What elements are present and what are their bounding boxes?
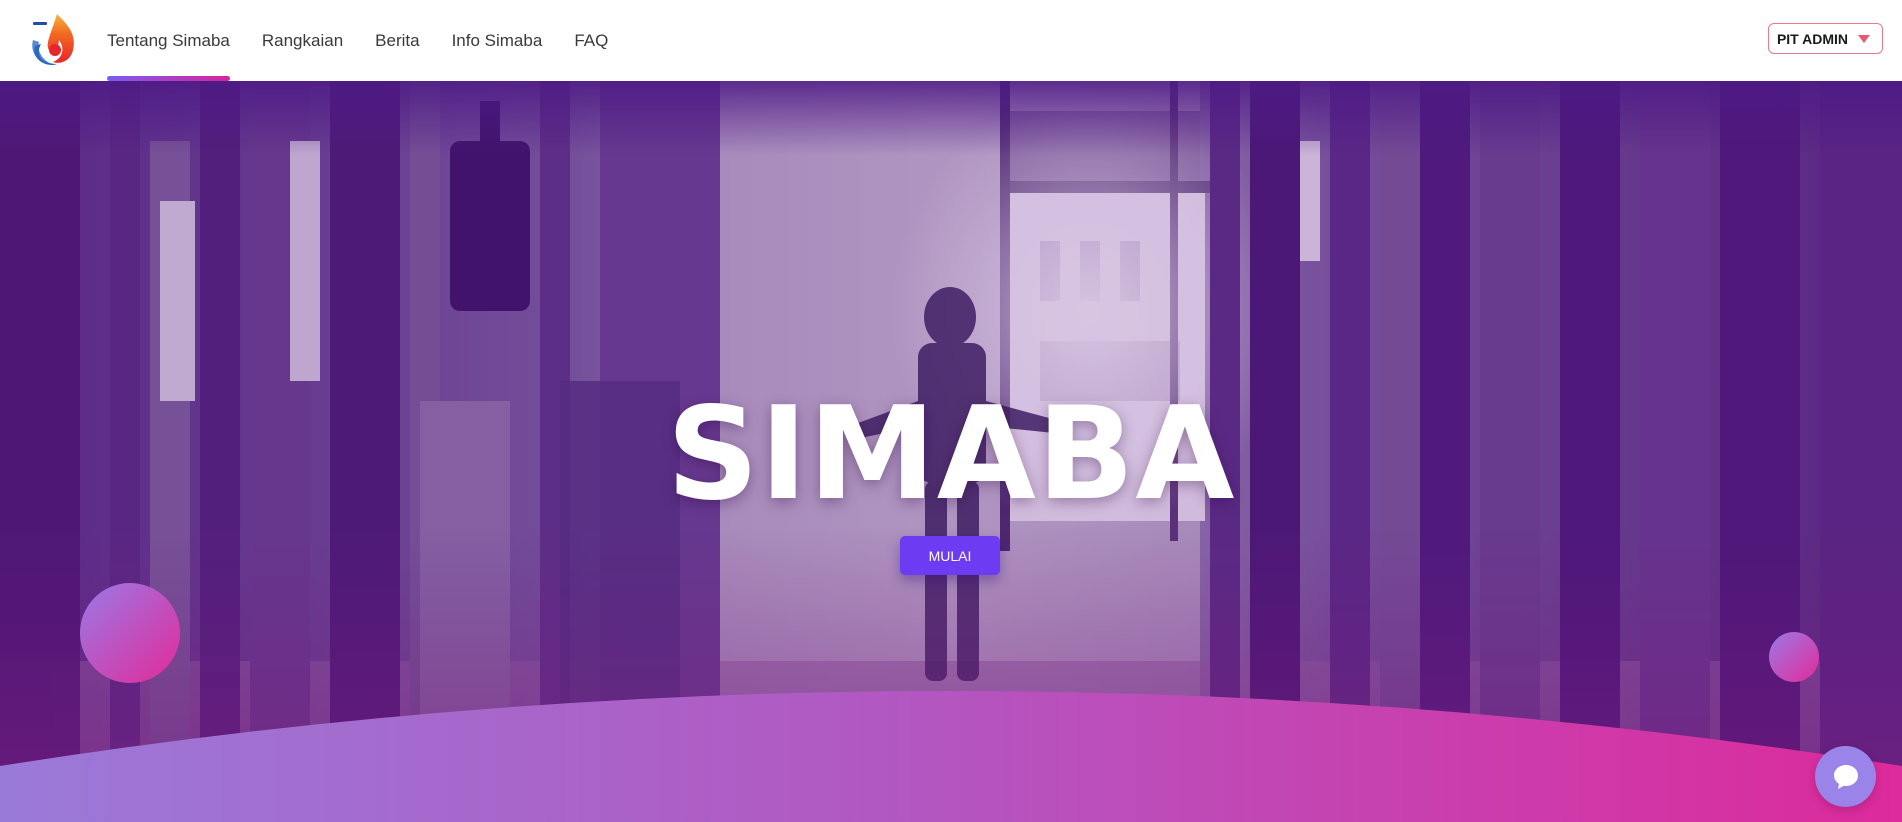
top-navbar: Tentang Simaba Rangkaian Berita Info Sim…: [0, 0, 1902, 81]
hero-title: SIMABA: [666, 380, 1236, 529]
nav-faq[interactable]: FAQ: [574, 0, 608, 81]
nav-rangkaian[interactable]: Rangkaian: [262, 0, 343, 81]
decorative-circle-right: [1769, 632, 1819, 682]
nav-berita[interactable]: Berita: [375, 0, 419, 81]
nav-info-simaba[interactable]: Info Simaba: [452, 0, 543, 81]
hero-section: SIMABA MULAI: [0, 81, 1902, 822]
user-menu-button[interactable]: PIT ADMIN: [1767, 23, 1883, 54]
caret-down-icon: [1858, 34, 1870, 43]
chat-button[interactable]: [1815, 746, 1876, 807]
chat-bubble-icon: [1833, 764, 1858, 789]
user-menu-label: PIT ADMIN: [1776, 30, 1848, 47]
simaba-flame-logo-icon[interactable]: [27, 10, 79, 68]
main-nav: Tentang Simaba Rangkaian Berita Info Sim…: [107, 0, 640, 81]
decorative-circle-left: [80, 583, 180, 683]
nav-tentang-simaba[interactable]: Tentang Simaba: [107, 0, 230, 81]
mulai-button[interactable]: MULAI: [900, 536, 1000, 575]
